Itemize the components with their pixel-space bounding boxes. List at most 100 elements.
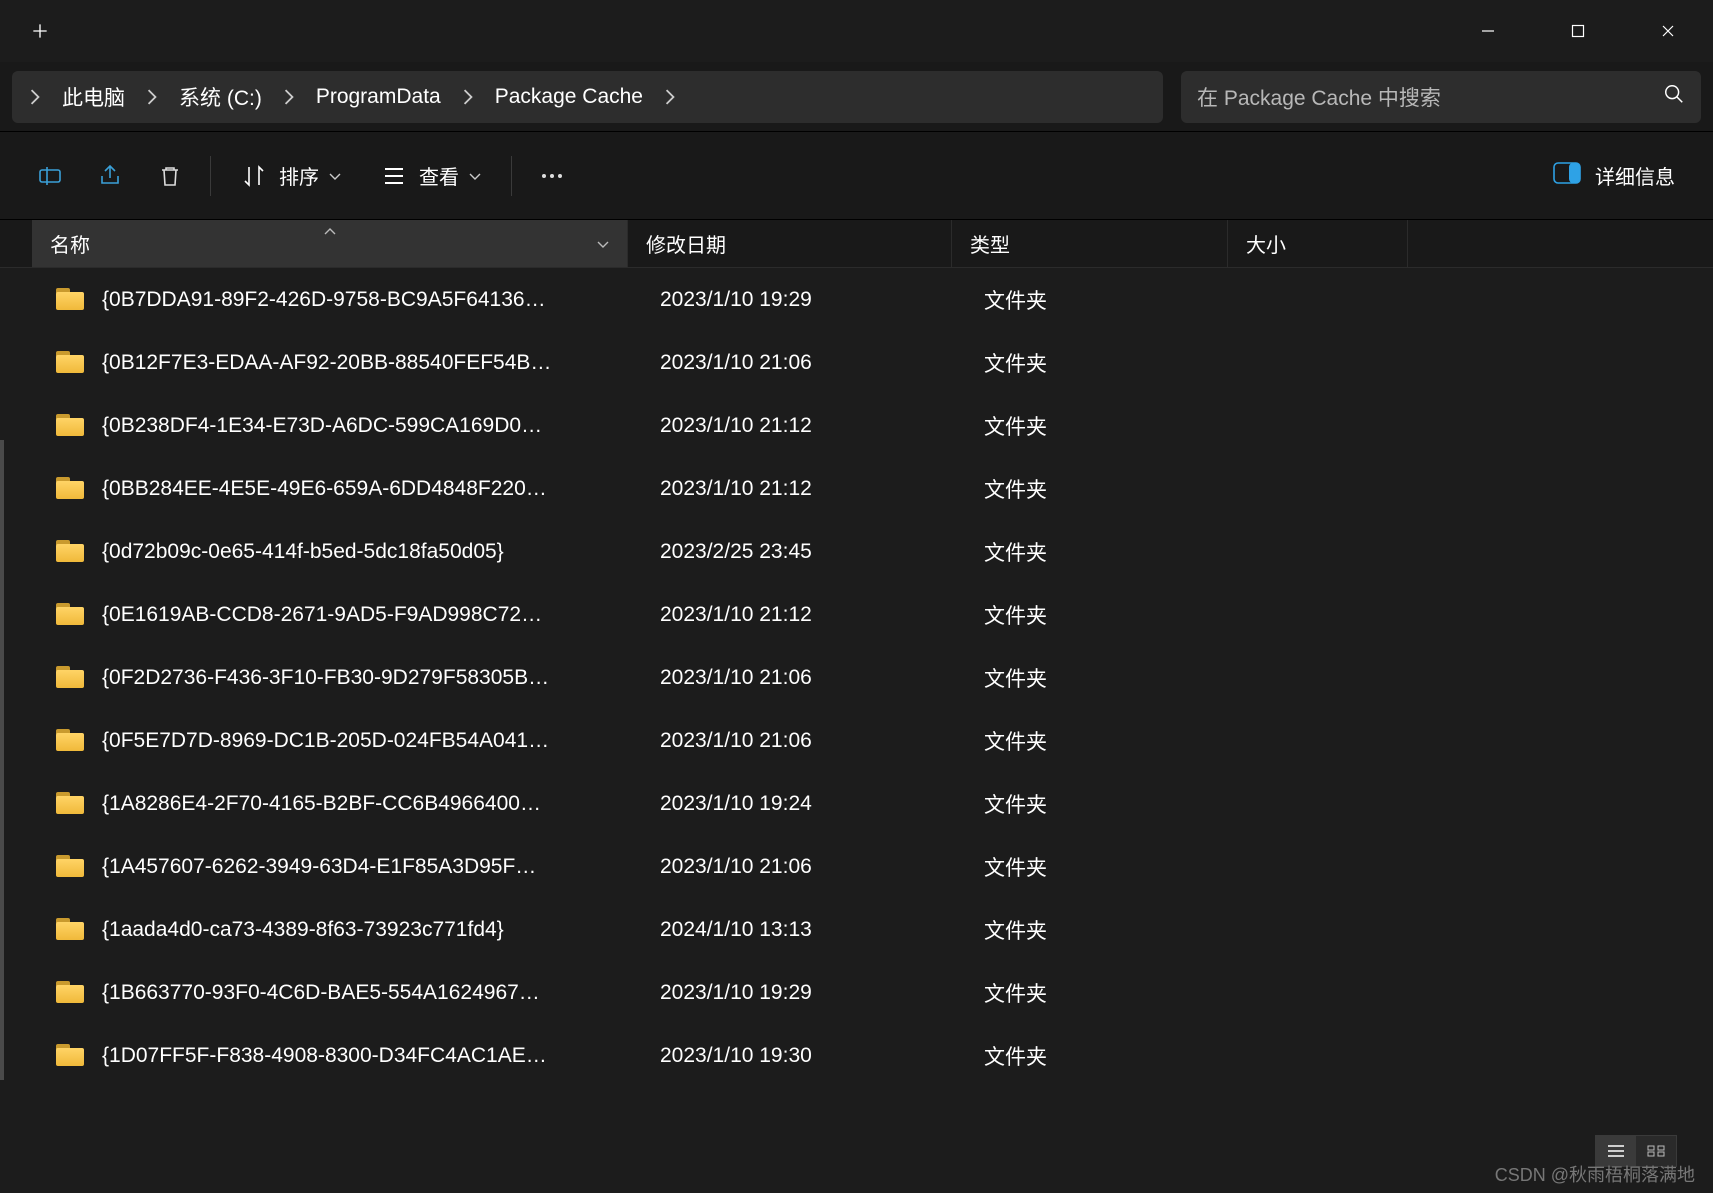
cell-name: {1D07FF5F-F838-4908-8300-D34FC4AC1AE… [102,1044,642,1068]
header-type-label: 类型 [970,229,1010,258]
cell-type: 文件夹 [966,726,1242,756]
cell-name: {0B7DDA91-89F2-426D-9758-BC9A5F64136… [102,288,642,312]
cell-name: {0B12F7E3-EDAA-AF92-20BB-88540FEF54B… [102,351,642,375]
details-icon [1553,162,1595,190]
search-input[interactable]: 在 Package Cache 中搜索 [1181,71,1701,123]
cell-date: 2023/1/10 21:06 [642,351,966,375]
table-row[interactable]: {0B238DF4-1E34-E73D-A6DC-599CA169D0…2023… [0,394,1713,457]
chevron-down-icon [329,164,341,187]
crumb-packagecache[interactable]: Package Cache [481,71,657,123]
table-row[interactable]: {1A8286E4-2F70-4165-B2BF-CC6B4966400…202… [0,772,1713,835]
view-button[interactable]: 查看 [361,151,501,201]
view-label: 查看 [419,161,459,190]
folder-icon [56,351,84,375]
table-row[interactable]: {0F2D2736-F436-3F10-FB30-9D279F58305B…20… [0,646,1713,709]
folder-icon [56,666,84,690]
folder-icon [56,540,84,564]
cell-date: 2023/1/10 21:12 [642,477,966,501]
chevron-down-icon [469,164,481,187]
cell-type: 文件夹 [966,852,1242,882]
chevron-right-icon[interactable] [657,71,683,123]
cell-date: 2023/1/10 21:06 [642,729,966,753]
crumb-drive[interactable]: 系统 (C:) [165,71,276,123]
folder-icon [56,288,84,312]
column-headers: 名称 修改日期 类型 大小 [0,220,1713,268]
cell-type: 文件夹 [966,285,1242,315]
more-button[interactable] [522,151,582,201]
divider [511,156,512,196]
crumb-this-pc[interactable]: 此电脑 [48,71,139,123]
folder-icon [56,981,84,1005]
search-icon[interactable] [1663,83,1685,111]
column-header-date[interactable]: 修改日期 [628,220,952,267]
sort-button[interactable]: 排序 [221,151,361,201]
addressbar: 此电脑 系统 (C:) ProgramData Package Cache 在 … [0,62,1713,132]
window-controls [1443,0,1713,62]
cell-name: {0F2D2736-F436-3F10-FB30-9D279F58305B… [102,666,642,690]
cell-name: {0BB284EE-4E5E-49E6-659A-6DD4848F220… [102,477,642,501]
sort-label: 排序 [279,161,319,190]
column-header-size[interactable]: 大小 [1228,220,1408,267]
delete-button[interactable] [140,151,200,201]
rename-button[interactable] [20,151,80,201]
header-name-label: 名称 [50,229,90,258]
chevron-right-icon[interactable] [276,71,302,123]
share-button[interactable] [80,151,140,201]
rows-container: {0B7DDA91-89F2-426D-9758-BC9A5F64136…202… [0,268,1713,1193]
chevron-right-icon[interactable] [22,71,48,123]
cell-date: 2023/1/10 19:29 [642,288,966,312]
folder-icon [56,855,84,879]
cell-type: 文件夹 [966,915,1242,945]
cell-date: 2023/1/10 19:24 [642,792,966,816]
toolbar: 排序 查看 详细信息 [0,132,1713,220]
file-list: 名称 修改日期 类型 大小 {0B7DDA91-89F2-426D-9758-B… [0,220,1713,1193]
new-tab-button[interactable] [20,11,60,51]
cell-date: 2023/1/10 19:29 [642,981,966,1005]
folder-icon [56,1044,84,1068]
crumb-programdata[interactable]: ProgramData [302,71,455,123]
table-row[interactable]: {0d72b09c-0e65-414f-b5ed-5dc18fa50d05}20… [0,520,1713,583]
table-row[interactable]: {0E1619AB-CCD8-2671-9AD5-F9AD998C72…2023… [0,583,1713,646]
search-placeholder: 在 Package Cache 中搜索 [1197,82,1663,112]
minimize-button[interactable] [1443,0,1533,62]
column-header-type[interactable]: 类型 [952,220,1228,267]
chevron-right-icon[interactable] [455,71,481,123]
titlebar [0,0,1713,62]
folder-icon [56,603,84,627]
column-header-name[interactable]: 名称 [32,220,628,267]
cell-name: {0B238DF4-1E34-E73D-A6DC-599CA169D0… [102,414,642,438]
watermark: CSDN @秋雨梧桐落满地 [1495,1161,1695,1187]
cell-type: 文件夹 [966,474,1242,504]
cell-type: 文件夹 [966,600,1242,630]
details-label: 详细信息 [1595,161,1675,190]
cell-type: 文件夹 [966,537,1242,567]
folder-icon [56,414,84,438]
chevron-right-icon[interactable] [139,71,165,123]
chevron-down-icon[interactable] [585,232,609,255]
table-row[interactable]: {0BB284EE-4E5E-49E6-659A-6DD4848F220…202… [0,457,1713,520]
header-date-label: 修改日期 [646,229,726,258]
tab-area [20,0,60,62]
table-row[interactable]: {1A457607-6262-3949-63D4-E1F85A3D95F…202… [0,835,1713,898]
details-pane-button[interactable]: 详细信息 [1535,151,1693,201]
table-row[interactable]: {1B663770-93F0-4C6D-BAE5-554A1624967…202… [0,961,1713,1024]
table-row[interactable]: {0F5E7D7D-8969-DC1B-205D-024FB54A041…202… [0,709,1713,772]
header-size-label: 大小 [1246,229,1286,258]
table-row[interactable]: {1D07FF5F-F838-4908-8300-D34FC4AC1AE…202… [0,1024,1713,1087]
cell-date: 2024/1/10 13:13 [642,918,966,942]
breadcrumb[interactable]: 此电脑 系统 (C:) ProgramData Package Cache [12,71,1163,123]
cell-type: 文件夹 [966,348,1242,378]
close-button[interactable] [1623,0,1713,62]
table-row[interactable]: {1aada4d0-ca73-4389-8f63-73923c771fd4}20… [0,898,1713,961]
table-row[interactable]: {0B12F7E3-EDAA-AF92-20BB-88540FEF54B…202… [0,331,1713,394]
cell-name: {1aada4d0-ca73-4389-8f63-73923c771fd4} [102,918,642,942]
divider [210,156,211,196]
cell-type: 文件夹 [966,411,1242,441]
cell-date: 2023/1/10 21:12 [642,603,966,627]
cell-date: 2023/1/10 21:06 [642,855,966,879]
table-row[interactable]: {0B7DDA91-89F2-426D-9758-BC9A5F64136…202… [0,268,1713,331]
folder-icon [56,729,84,753]
maximize-button[interactable] [1533,0,1623,62]
cell-name: {0d72b09c-0e65-414f-b5ed-5dc18fa50d05} [102,540,642,564]
cell-date: 2023/2/25 23:45 [642,540,966,564]
